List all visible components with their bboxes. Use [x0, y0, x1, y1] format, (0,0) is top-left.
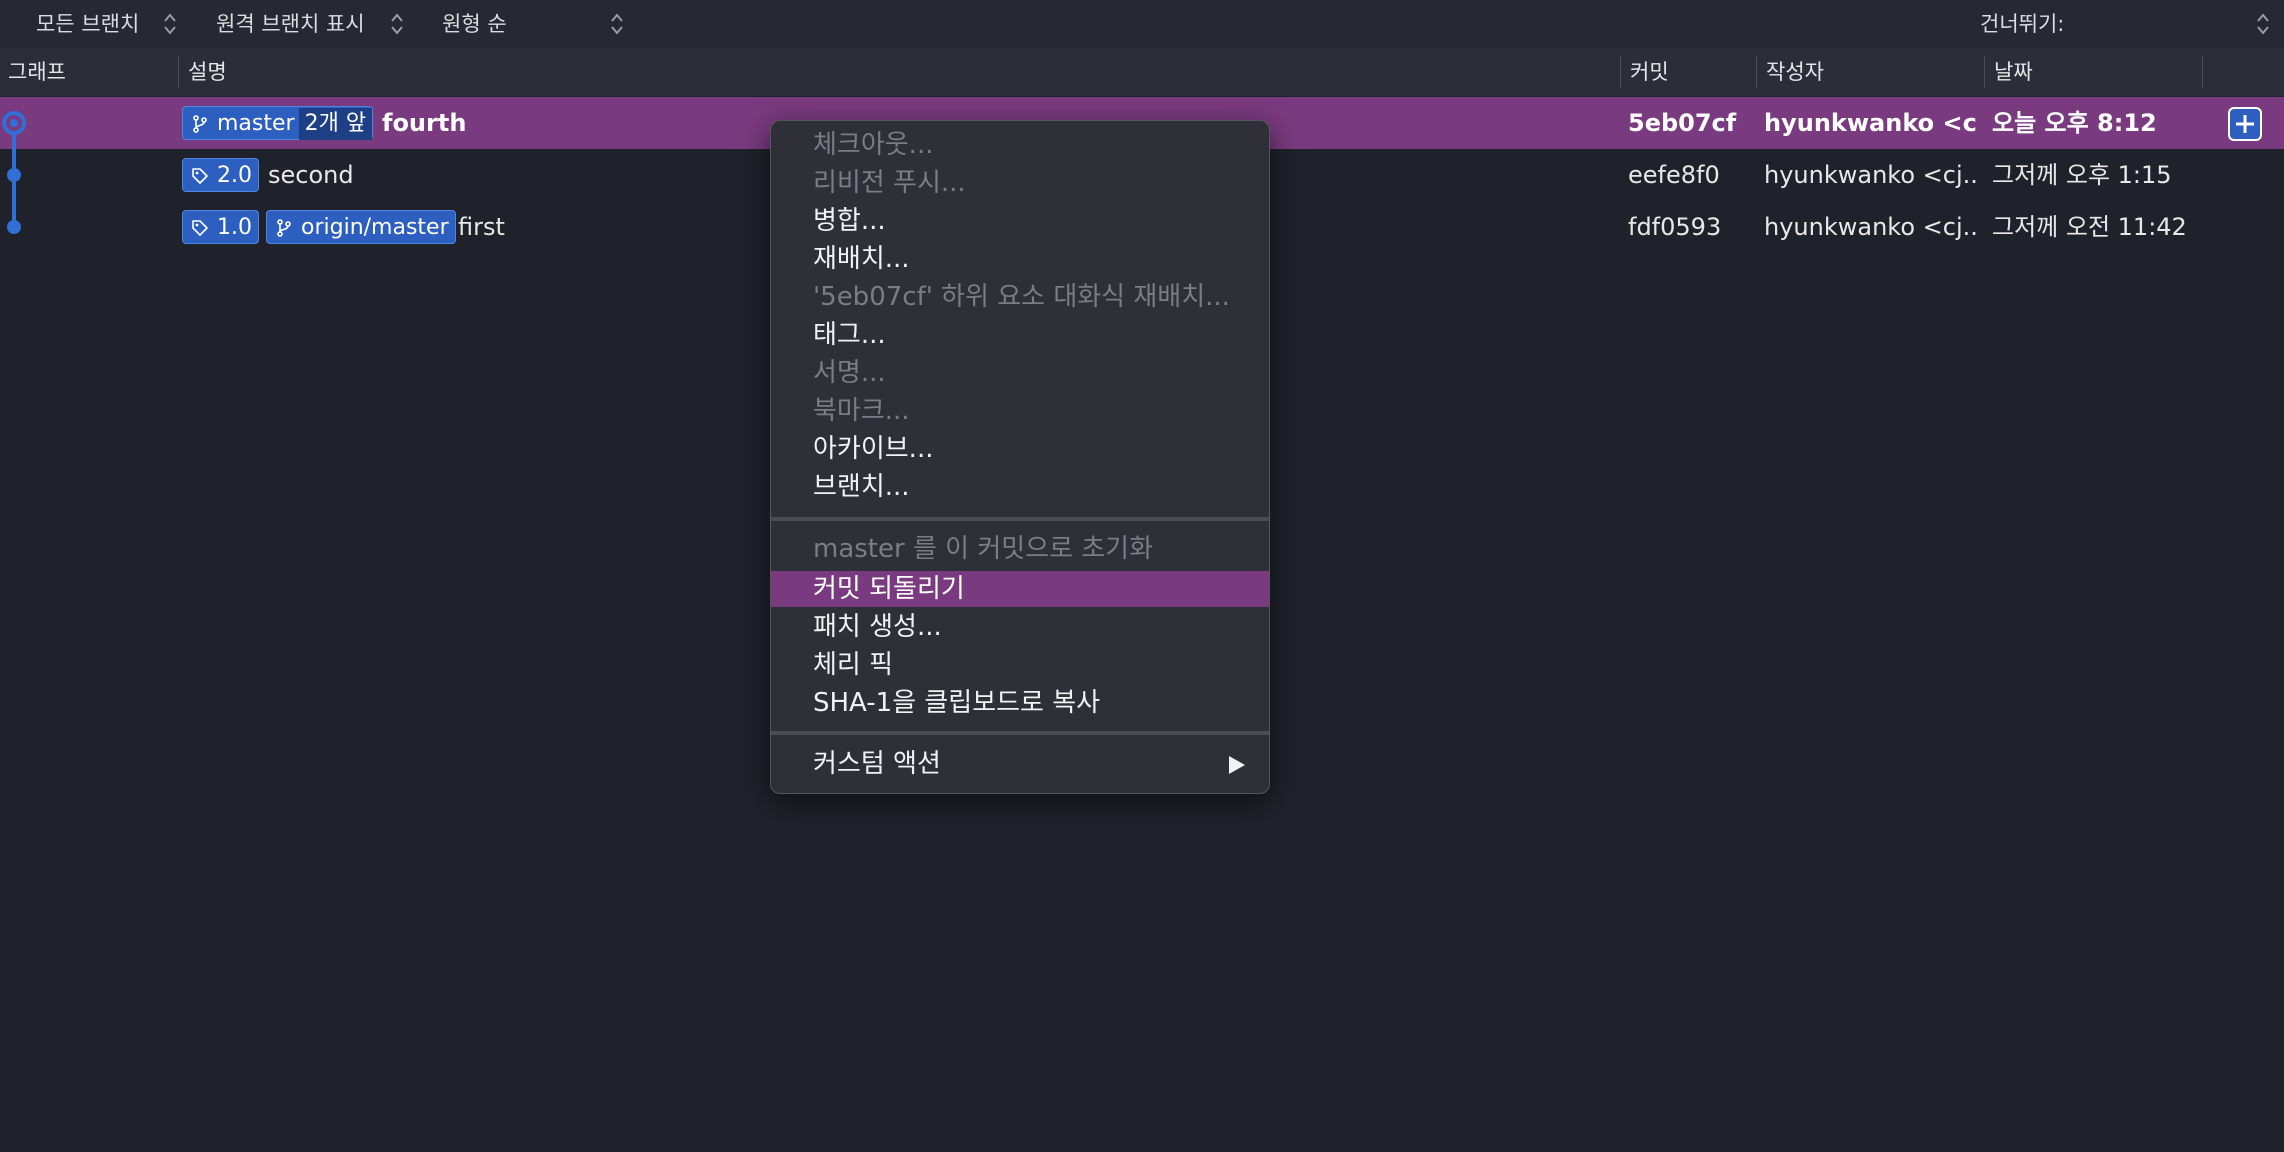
branch-badge[interactable]: origin/master	[266, 210, 456, 244]
menu-item-tag[interactable]: 태그...	[771, 317, 1269, 353]
menu-item-sign[interactable]: 서명...	[771, 355, 1269, 391]
column-divider[interactable]	[178, 56, 179, 88]
commit-subject: fourth	[382, 109, 467, 137]
context-menu: 체크아웃... 리비전 푸시... 병합... 재배치... '5eb07cf'…	[770, 120, 1270, 794]
column-commit[interactable]: 커밋	[1630, 48, 1669, 96]
menu-item-copy-sha[interactable]: SHA-1을 클립보드로 복사	[771, 685, 1269, 721]
branch-badge[interactable]: master 2개 앞	[182, 106, 374, 140]
order-filter-select[interactable]: 원형 순	[442, 0, 507, 48]
commit-hash: eefe8f0	[1628, 161, 1720, 189]
tag-icon	[192, 220, 208, 236]
branch-icon	[193, 115, 207, 133]
menu-item-bookmark[interactable]: 북마크...	[771, 393, 1269, 429]
menu-item-interactive-rebase[interactable]: '5eb07cf' 하위 요소 대화식 재배치...	[771, 279, 1269, 315]
commit-author: hyunkwanko <c...	[1764, 109, 1978, 137]
menu-separator	[771, 731, 1269, 735]
branch-filter-select[interactable]: 모든 브랜치	[36, 0, 139, 48]
menu-item-archive[interactable]: 아카이브...	[771, 431, 1269, 467]
plus-icon	[2236, 115, 2254, 133]
column-divider[interactable]	[2202, 56, 2203, 88]
menu-item-reset-master[interactable]: master 를 이 커밋으로 초기화	[771, 531, 1269, 567]
commit-author: hyunkwanko <cj...	[1764, 213, 1978, 241]
commit-date: 그저께 오전 11:42	[1992, 213, 2187, 241]
updown-chevron-icon[interactable]	[2256, 12, 2270, 36]
menu-item-create-patch[interactable]: 패치 생성...	[771, 609, 1269, 645]
updown-chevron-icon[interactable]	[390, 12, 404, 36]
branch-badge-label: origin/master	[301, 215, 449, 240]
commit-hash: 5eb07cf	[1628, 109, 1737, 137]
tag-badge[interactable]: 1.0	[182, 210, 259, 244]
tag-badge[interactable]: 2.0	[182, 158, 259, 192]
order-filter-label: 원형 순	[442, 12, 507, 36]
column-date[interactable]: 날짜	[1994, 48, 2033, 96]
commit-date: 오늘 오후 8:12	[1992, 109, 2157, 137]
commit-subject: first	[458, 213, 505, 241]
menu-item-rebase[interactable]: 재배치...	[771, 241, 1269, 277]
remote-filter-select[interactable]: 원격 브랜치 표시	[216, 0, 365, 48]
menu-item-custom-actions[interactable]: 커스텀 액션	[771, 746, 1269, 782]
submenu-arrow-icon	[1229, 756, 1245, 774]
tag-badge-label: 1.0	[217, 215, 252, 240]
commit-date: 그저께 오후 1:15	[1992, 161, 2172, 189]
menu-item-merge[interactable]: 병합...	[771, 203, 1269, 239]
tag-icon	[192, 168, 208, 184]
menu-item-checkout[interactable]: 체크아웃...	[771, 127, 1269, 163]
graph-node[interactable]	[7, 220, 21, 234]
menu-item-push-revision[interactable]: 리비전 푸시...	[771, 165, 1269, 201]
column-author[interactable]: 작성자	[1766, 48, 1824, 96]
add-button[interactable]	[2228, 107, 2262, 141]
branch-filter-label: 모든 브랜치	[36, 12, 140, 36]
branch-icon	[277, 219, 291, 237]
menu-item-cherry-pick[interactable]: 체리 픽	[771, 647, 1269, 683]
column-header: 그래프 설명 커밋 작성자 날짜	[0, 48, 2284, 96]
filter-toolbar: 모든 브랜치 원격 브랜치 표시 원형 순 건너뛰기:	[0, 0, 2284, 48]
commit-author: hyunkwanko <cj...	[1764, 161, 1978, 189]
menu-separator	[771, 517, 1269, 521]
commit-graph	[2, 111, 26, 234]
column-description[interactable]: 설명	[188, 48, 227, 96]
graph-node[interactable]	[7, 168, 21, 182]
menu-item-revert-commit[interactable]: 커밋 되돌리기	[771, 571, 1269, 607]
tag-badge-label: 2.0	[217, 163, 252, 188]
commit-subject: second	[268, 161, 354, 189]
ahead-count: 2개 앞	[298, 108, 373, 140]
column-graph[interactable]: 그래프	[8, 48, 66, 96]
updown-chevron-icon[interactable]	[163, 12, 177, 36]
column-divider[interactable]	[1756, 56, 1757, 88]
column-divider[interactable]	[1620, 56, 1621, 88]
commit-hash: fdf0593	[1628, 213, 1722, 241]
column-divider[interactable]	[1984, 56, 1985, 88]
updown-chevron-icon[interactable]	[610, 12, 624, 36]
custom-actions-label: 커스텀 액션	[813, 749, 941, 779]
jump-to-label: 건너뛰기:	[1980, 12, 2065, 36]
menu-item-branch[interactable]: 브랜치...	[771, 469, 1269, 505]
remote-filter-label: 원격 브랜치 표시	[216, 12, 365, 36]
branch-badge-label: master	[217, 111, 295, 136]
